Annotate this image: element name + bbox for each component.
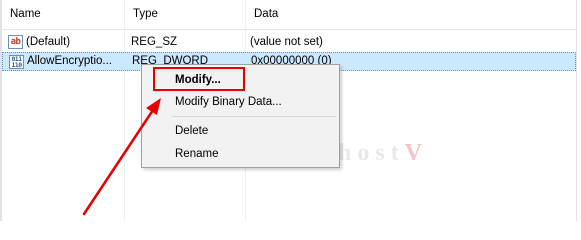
dword-icon-bottom-bits: 110 bbox=[11, 61, 22, 69]
row-type: REG_SZ bbox=[131, 36, 178, 48]
string-value-icon: ab bbox=[8, 35, 23, 49]
header-divider bbox=[2, 29, 576, 30]
watermark-mark: V bbox=[404, 140, 429, 166]
column-header-type[interactable]: Type bbox=[125, 0, 245, 29]
table-row-default[interactable]: ab (Default) REG_SZ (value not set) bbox=[2, 33, 576, 52]
row-name: (Default) bbox=[26, 36, 71, 48]
annotation-highlight-box bbox=[153, 67, 245, 91]
menu-separator bbox=[172, 116, 336, 117]
row-data: (value not set) bbox=[250, 36, 323, 48]
row-name: AllowEncryptio... bbox=[27, 55, 113, 67]
menu-item-delete[interactable]: Delete bbox=[144, 121, 337, 141]
menu-item-rename[interactable]: Rename bbox=[144, 144, 337, 164]
registry-values-list: Name Type Data ab (Default) REG_SZ (valu… bbox=[0, 0, 581, 221]
column-header-name[interactable]: Name bbox=[2, 0, 124, 29]
menu-item-modify-binary-data[interactable]: Modify Binary Data... bbox=[144, 92, 337, 112]
window-right-border bbox=[576, 0, 577, 221]
column-header-data[interactable]: Data bbox=[246, 0, 576, 29]
dword-value-icon: 011 110 bbox=[9, 55, 24, 69]
